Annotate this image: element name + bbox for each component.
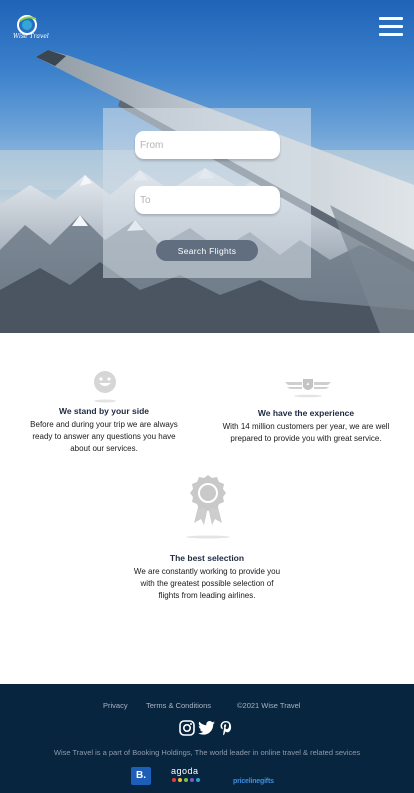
from-input[interactable]: [135, 131, 280, 159]
hamburger-menu-icon[interactable]: [378, 17, 404, 39]
feature-description: With 14 million customers per year, we a…: [222, 422, 390, 443]
feature-description: Before and during your trip we are alway…: [30, 420, 178, 453]
agoda-logo-text: agoda: [171, 766, 199, 776]
booking-logo[interactable]: B.: [131, 767, 151, 785]
winged-shield-icon: [285, 379, 331, 398]
pinterest-icon[interactable]: [219, 720, 233, 741]
partner-logos: B. agoda pricelinegifts: [0, 766, 414, 786]
twitter-icon[interactable]: [198, 721, 215, 740]
feature-support: We stand by your side Before and during …: [26, 406, 182, 455]
feature-experience: We have the experience With 14 million c…: [220, 408, 392, 445]
to-input[interactable]: [135, 186, 280, 214]
flight-search-panel: Search Flights: [103, 108, 311, 278]
search-flights-button[interactable]: Search Flights: [156, 240, 258, 261]
footer-tagline: Wise Travel is a part of Booking Holding…: [53, 748, 361, 757]
privacy-link[interactable]: Privacy: [103, 701, 128, 710]
priceline-logo-text: pricelinegifts: [233, 778, 274, 785]
smiley-face-icon: [94, 371, 116, 403]
booking-logo-text: B.: [136, 770, 146, 781]
logo-text: Wise Travel: [13, 33, 49, 40]
terms-link[interactable]: Terms & Conditions: [146, 701, 211, 710]
instagram-icon[interactable]: [179, 720, 195, 741]
award-ribbon-icon: [186, 475, 230, 539]
copyright-text: ©2021 Wise Travel: [237, 701, 301, 710]
feature-title: We have the experience: [257, 408, 355, 418]
priceline-logo[interactable]: pricelinegifts: [233, 770, 274, 788]
hero-section: Wise Travel Search Flights: [0, 0, 414, 333]
feature-title: We stand by your side: [58, 406, 150, 416]
feature-description: We are constantly working to provide you…: [133, 567, 281, 600]
feature-selection: The best selection We are constantly wor…: [132, 553, 282, 602]
agoda-logo[interactable]: agoda: [171, 766, 211, 786]
footer: Privacy Terms & Conditions ©2021 Wise Tr…: [0, 684, 414, 793]
feature-title: The best selection: [169, 553, 245, 563]
